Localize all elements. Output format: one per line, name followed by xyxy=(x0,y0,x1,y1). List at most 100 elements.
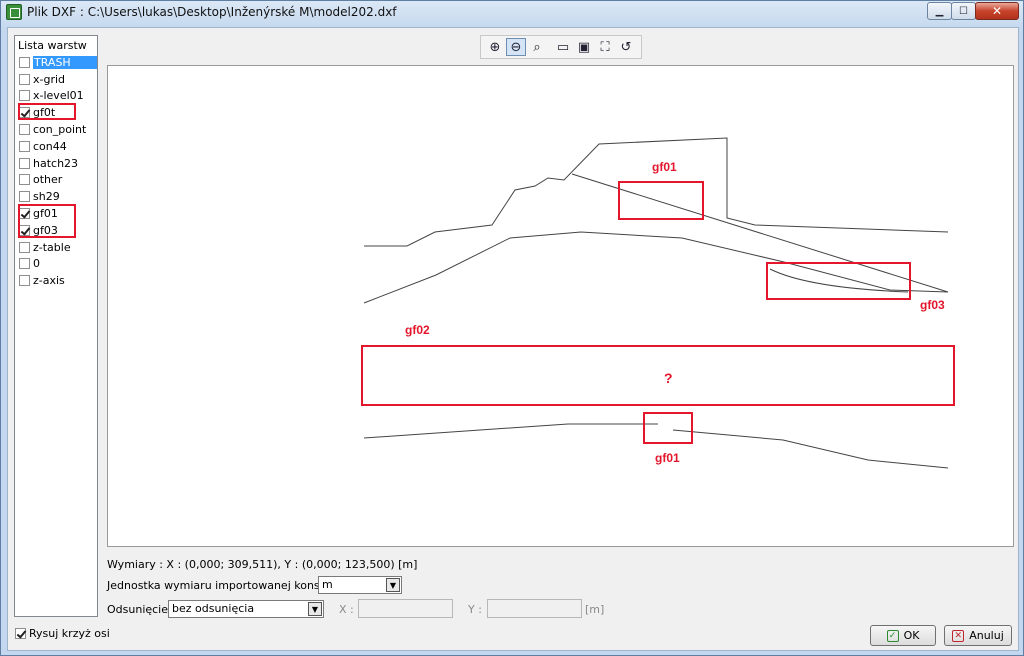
dimensions-info: Wymiary : X : (0,000; 309,511), Y : (0,0… xyxy=(107,558,418,571)
layer-list: TRASH x-grid x-level01 gf0t con_point con44 ha… xyxy=(17,54,97,289)
layer-list-header: Lista warstw xyxy=(18,39,87,52)
dxf-drawing: gf01 gf03 gf02 ? gf01 xyxy=(361,137,955,469)
zoom-extents-button[interactable]: ▭ xyxy=(553,38,573,56)
ok-label: OK xyxy=(903,629,920,642)
zoom-out-button[interactable]: ⊖ xyxy=(506,38,526,56)
zoom-out-icon: ⊖ xyxy=(510,39,522,55)
offset-select[interactable]: bez odsunięcia ▼ xyxy=(168,600,324,618)
draw-axes-checkbox-row[interactable]: Rysuj krzyż osi xyxy=(15,627,110,640)
layer-item[interactable]: 0 xyxy=(17,256,95,273)
layer-checkbox[interactable] xyxy=(19,241,30,253)
layer-checkbox[interactable] xyxy=(19,275,30,287)
zoom-window-icon: ⌕ xyxy=(533,39,541,55)
maximize-icon: ☐ xyxy=(959,5,968,17)
cancel-button[interactable]: ✕ Anuluj xyxy=(944,625,1012,646)
terrain-lower-line xyxy=(363,423,658,439)
layer-label: TRASH xyxy=(33,55,97,69)
offset-unit-label: [m] xyxy=(585,603,605,616)
draw-axes-checkbox[interactable] xyxy=(15,628,26,639)
zoom-window-button[interactable]: ⌕ xyxy=(527,38,547,56)
terrain-middle-line xyxy=(363,231,949,304)
annotation-gf01-bottom: gf01 xyxy=(655,451,680,465)
highlight-box-gf01-bottom xyxy=(643,412,693,444)
cancel-label: Anuluj xyxy=(969,629,1004,642)
offset-x-input[interactable] xyxy=(358,599,453,618)
layer-item[interactable]: sh29 xyxy=(17,188,95,205)
units-select[interactable]: m ▼ xyxy=(318,576,402,594)
layer-label: con_point xyxy=(33,123,87,137)
window-title: Plik DXF : C:\Users\lukas\Desktop\Inžený… xyxy=(27,5,397,19)
annotation-gf01-top: gf01 xyxy=(652,160,677,174)
layer-checkbox[interactable] xyxy=(19,191,30,203)
zoom-previous-button[interactable]: ↺ xyxy=(616,38,636,56)
layer-checkbox[interactable] xyxy=(19,174,30,186)
offset-y-input[interactable] xyxy=(487,599,582,618)
layer-checkbox[interactable] xyxy=(19,157,30,169)
checkmark-icon: ✓ xyxy=(886,629,899,642)
layer-item[interactable]: x-grid xyxy=(17,71,95,88)
dialog-body: Lista warstw TRASH x-grid x-level01 gf0t con… xyxy=(7,27,1019,651)
drawing-preview-canvas[interactable]: gf01 gf03 gf02 ? gf01 xyxy=(107,65,1014,547)
close-icon: ✕ xyxy=(991,4,1003,18)
zoom-previous-icon: ↺ xyxy=(620,39,632,55)
terrain-upper-line xyxy=(364,137,949,247)
offset-y-label: Y : xyxy=(468,603,482,616)
highlight-box-gf03 xyxy=(766,262,911,300)
layer-label: hatch23 xyxy=(33,156,79,170)
layer-item[interactable]: x-level01 xyxy=(17,88,95,105)
layer-label: z-table xyxy=(33,240,71,254)
annotation-gf02: gf02 xyxy=(405,323,430,337)
layer-item[interactable]: con_point xyxy=(17,121,95,138)
close-button[interactable]: ✕ xyxy=(975,2,1019,20)
units-value: m xyxy=(322,578,333,591)
zoom-in-icon: ⊕ xyxy=(489,39,501,55)
zoom-all-button[interactable]: ⛶ xyxy=(595,38,615,56)
highlight-box-gf0t xyxy=(18,103,76,120)
layer-item[interactable]: other xyxy=(17,172,95,189)
dxf-import-window: Plik DXF : C:\Users\lukas\Desktop\Inžený… xyxy=(0,0,1024,656)
zoom-toolbar: ⊕ ⊖ ⌕ ▭ ▣ ⛶ ↺ xyxy=(480,35,642,59)
layer-item[interactable]: z-table xyxy=(17,239,95,256)
layer-label: con44 xyxy=(33,139,67,153)
terrain-lower-right-line xyxy=(672,429,949,469)
layer-item[interactable]: con44 xyxy=(17,138,95,155)
minimize-button[interactable]: ▁ xyxy=(927,2,952,20)
highlight-box-gf02 xyxy=(361,345,955,406)
zoom-fit-button[interactable]: ▣ xyxy=(574,38,594,56)
offset-value: bez odsunięcia xyxy=(172,602,255,615)
zoom-fit-icon: ▣ xyxy=(577,39,591,55)
layer-item[interactable]: TRASH xyxy=(17,54,97,71)
cancel-icon: ✕ xyxy=(952,629,965,642)
layer-label: 0 xyxy=(33,257,40,271)
slope-line xyxy=(571,173,949,293)
layer-label: z-axis xyxy=(33,274,65,288)
app-icon xyxy=(6,4,22,20)
chevron-down-icon: ▼ xyxy=(308,602,322,616)
offset-label: Odsunięcie : xyxy=(107,603,176,616)
highlight-box-gf01-top xyxy=(618,181,704,220)
offset-x-label: X : xyxy=(339,603,354,616)
layer-checkbox[interactable] xyxy=(19,140,30,152)
layer-label: x-level01 xyxy=(33,89,84,103)
zoom-in-button[interactable]: ⊕ xyxy=(485,38,505,56)
layer-checkbox[interactable] xyxy=(19,90,30,102)
ok-button[interactable]: ✓ OK xyxy=(870,625,936,646)
chevron-down-icon: ▼ xyxy=(386,578,400,592)
zoom-extents-icon: ▭ xyxy=(556,39,570,55)
zoom-all-icon: ⛶ xyxy=(600,39,610,55)
layer-item[interactable]: hatch23 xyxy=(17,155,95,172)
layer-checkbox[interactable] xyxy=(19,258,30,270)
title-bar[interactable]: Plik DXF : C:\Users\lukas\Desktop\Inžený… xyxy=(1,1,1023,23)
layer-item[interactable]: z-axis xyxy=(17,272,95,289)
annotation-gf03: gf03 xyxy=(920,298,945,312)
annotation-question: ? xyxy=(664,370,673,386)
draw-axes-label: Rysuj krzyż osi xyxy=(29,627,110,640)
layer-label: other xyxy=(33,173,63,187)
layer-label: sh29 xyxy=(33,190,60,204)
minimize-icon: ▁ xyxy=(935,5,944,17)
layer-checkbox[interactable] xyxy=(19,73,30,85)
maximize-button[interactable]: ☐ xyxy=(951,2,976,20)
layer-checkbox[interactable] xyxy=(19,56,30,68)
layer-checkbox[interactable] xyxy=(19,124,30,136)
layer-label: x-grid xyxy=(33,72,66,86)
